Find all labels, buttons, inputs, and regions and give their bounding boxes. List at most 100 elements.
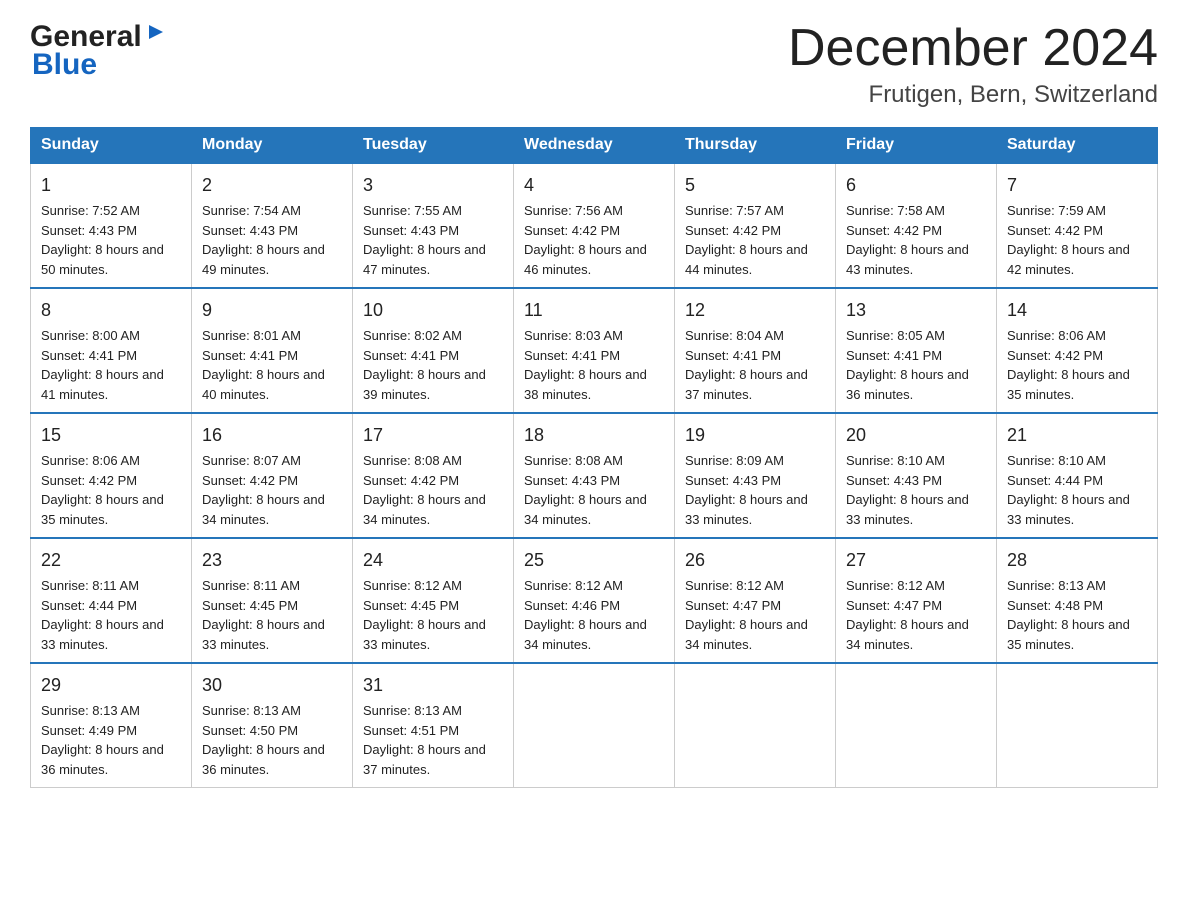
calendar-week-row: 8 Sunrise: 8:00 AMSunset: 4:41 PMDayligh…: [31, 288, 1158, 413]
table-row: 11 Sunrise: 8:03 AMSunset: 4:41 PMDaylig…: [514, 288, 675, 413]
logo: General Blue: [30, 20, 167, 82]
day-info: Sunrise: 8:12 AMSunset: 4:47 PMDaylight:…: [685, 578, 808, 652]
table-row: 12 Sunrise: 8:04 AMSunset: 4:41 PMDaylig…: [675, 288, 836, 413]
day-info: Sunrise: 8:12 AMSunset: 4:46 PMDaylight:…: [524, 578, 647, 652]
day-info: Sunrise: 8:08 AMSunset: 4:42 PMDaylight:…: [363, 453, 486, 527]
day-number: 19: [685, 422, 825, 449]
day-info: Sunrise: 8:11 AMSunset: 4:44 PMDaylight:…: [41, 578, 164, 652]
table-row: 2 Sunrise: 7:54 AMSunset: 4:43 PMDayligh…: [192, 163, 353, 288]
header-tuesday: Tuesday: [353, 128, 514, 164]
table-row: 26 Sunrise: 8:12 AMSunset: 4:47 PMDaylig…: [675, 538, 836, 663]
day-number: 4: [524, 172, 664, 199]
table-row: [675, 663, 836, 788]
calendar-table: Sunday Monday Tuesday Wednesday Thursday…: [30, 127, 1158, 788]
table-row: 23 Sunrise: 8:11 AMSunset: 4:45 PMDaylig…: [192, 538, 353, 663]
day-number: 3: [363, 172, 503, 199]
day-info: Sunrise: 8:10 AMSunset: 4:44 PMDaylight:…: [1007, 453, 1130, 527]
day-number: 11: [524, 297, 664, 324]
day-info: Sunrise: 8:12 AMSunset: 4:45 PMDaylight:…: [363, 578, 486, 652]
logo-arrow-icon: [145, 21, 167, 48]
day-info: Sunrise: 7:59 AMSunset: 4:42 PMDaylight:…: [1007, 203, 1130, 277]
day-info: Sunrise: 8:03 AMSunset: 4:41 PMDaylight:…: [524, 328, 647, 402]
calendar-title-area: December 2024 Frutigen, Bern, Switzerlan…: [788, 20, 1158, 109]
table-row: 13 Sunrise: 8:05 AMSunset: 4:41 PMDaylig…: [836, 288, 997, 413]
day-info: Sunrise: 8:00 AMSunset: 4:41 PMDaylight:…: [41, 328, 164, 402]
day-info: Sunrise: 8:06 AMSunset: 4:42 PMDaylight:…: [1007, 328, 1130, 402]
day-number: 23: [202, 547, 342, 574]
day-info: Sunrise: 8:04 AMSunset: 4:41 PMDaylight:…: [685, 328, 808, 402]
day-info: Sunrise: 7:54 AMSunset: 4:43 PMDaylight:…: [202, 203, 325, 277]
table-row: 31 Sunrise: 8:13 AMSunset: 4:51 PMDaylig…: [353, 663, 514, 788]
day-info: Sunrise: 8:08 AMSunset: 4:43 PMDaylight:…: [524, 453, 647, 527]
table-row: 14 Sunrise: 8:06 AMSunset: 4:42 PMDaylig…: [997, 288, 1158, 413]
day-number: 22: [41, 547, 181, 574]
day-number: 5: [685, 172, 825, 199]
day-number: 27: [846, 547, 986, 574]
table-row: [514, 663, 675, 788]
day-number: 13: [846, 297, 986, 324]
day-number: 2: [202, 172, 342, 199]
day-number: 17: [363, 422, 503, 449]
day-number: 1: [41, 172, 181, 199]
month-title: December 2024: [788, 20, 1158, 77]
calendar-week-row: 22 Sunrise: 8:11 AMSunset: 4:44 PMDaylig…: [31, 538, 1158, 663]
header-friday: Friday: [836, 128, 997, 164]
day-info: Sunrise: 8:10 AMSunset: 4:43 PMDaylight:…: [846, 453, 969, 527]
day-number: 16: [202, 422, 342, 449]
table-row: 4 Sunrise: 7:56 AMSunset: 4:42 PMDayligh…: [514, 163, 675, 288]
day-number: 9: [202, 297, 342, 324]
calendar-week-row: 29 Sunrise: 8:13 AMSunset: 4:49 PMDaylig…: [31, 663, 1158, 788]
table-row: [997, 663, 1158, 788]
day-info: Sunrise: 8:13 AMSunset: 4:48 PMDaylight:…: [1007, 578, 1130, 652]
day-info: Sunrise: 8:13 AMSunset: 4:49 PMDaylight:…: [41, 703, 164, 777]
day-number: 30: [202, 672, 342, 699]
day-number: 31: [363, 672, 503, 699]
table-row: 16 Sunrise: 8:07 AMSunset: 4:42 PMDaylig…: [192, 413, 353, 538]
page-header: General Blue December 2024 Frutigen, Ber…: [30, 20, 1158, 109]
header-monday: Monday: [192, 128, 353, 164]
day-info: Sunrise: 8:06 AMSunset: 4:42 PMDaylight:…: [41, 453, 164, 527]
table-row: 17 Sunrise: 8:08 AMSunset: 4:42 PMDaylig…: [353, 413, 514, 538]
day-number: 15: [41, 422, 181, 449]
day-info: Sunrise: 8:13 AMSunset: 4:51 PMDaylight:…: [363, 703, 486, 777]
day-number: 29: [41, 672, 181, 699]
day-number: 14: [1007, 297, 1147, 324]
table-row: 29 Sunrise: 8:13 AMSunset: 4:49 PMDaylig…: [31, 663, 192, 788]
day-info: Sunrise: 8:09 AMSunset: 4:43 PMDaylight:…: [685, 453, 808, 527]
day-number: 24: [363, 547, 503, 574]
day-info: Sunrise: 8:05 AMSunset: 4:41 PMDaylight:…: [846, 328, 969, 402]
day-info: Sunrise: 8:07 AMSunset: 4:42 PMDaylight:…: [202, 453, 325, 527]
header-thursday: Thursday: [675, 128, 836, 164]
header-sunday: Sunday: [31, 128, 192, 164]
table-row: 7 Sunrise: 7:59 AMSunset: 4:42 PMDayligh…: [997, 163, 1158, 288]
day-info: Sunrise: 8:13 AMSunset: 4:50 PMDaylight:…: [202, 703, 325, 777]
calendar-week-row: 15 Sunrise: 8:06 AMSunset: 4:42 PMDaylig…: [31, 413, 1158, 538]
day-number: 18: [524, 422, 664, 449]
location-title: Frutigen, Bern, Switzerland: [788, 81, 1158, 109]
day-info: Sunrise: 7:55 AMSunset: 4:43 PMDaylight:…: [363, 203, 486, 277]
logo-blue-text: Blue: [32, 48, 167, 82]
table-row: 9 Sunrise: 8:01 AMSunset: 4:41 PMDayligh…: [192, 288, 353, 413]
table-row: 6 Sunrise: 7:58 AMSunset: 4:42 PMDayligh…: [836, 163, 997, 288]
calendar-week-row: 1 Sunrise: 7:52 AMSunset: 4:43 PMDayligh…: [31, 163, 1158, 288]
day-info: Sunrise: 8:01 AMSunset: 4:41 PMDaylight:…: [202, 328, 325, 402]
day-number: 12: [685, 297, 825, 324]
table-row: 24 Sunrise: 8:12 AMSunset: 4:45 PMDaylig…: [353, 538, 514, 663]
table-row: 15 Sunrise: 8:06 AMSunset: 4:42 PMDaylig…: [31, 413, 192, 538]
table-row: 27 Sunrise: 8:12 AMSunset: 4:47 PMDaylig…: [836, 538, 997, 663]
header-wednesday: Wednesday: [514, 128, 675, 164]
day-number: 7: [1007, 172, 1147, 199]
day-info: Sunrise: 7:58 AMSunset: 4:42 PMDaylight:…: [846, 203, 969, 277]
day-number: 8: [41, 297, 181, 324]
table-row: 25 Sunrise: 8:12 AMSunset: 4:46 PMDaylig…: [514, 538, 675, 663]
day-number: 25: [524, 547, 664, 574]
table-row: 22 Sunrise: 8:11 AMSunset: 4:44 PMDaylig…: [31, 538, 192, 663]
day-info: Sunrise: 8:11 AMSunset: 4:45 PMDaylight:…: [202, 578, 325, 652]
table-row: 3 Sunrise: 7:55 AMSunset: 4:43 PMDayligh…: [353, 163, 514, 288]
table-row: 1 Sunrise: 7:52 AMSunset: 4:43 PMDayligh…: [31, 163, 192, 288]
day-number: 10: [363, 297, 503, 324]
table-row: 10 Sunrise: 8:02 AMSunset: 4:41 PMDaylig…: [353, 288, 514, 413]
day-info: Sunrise: 7:57 AMSunset: 4:42 PMDaylight:…: [685, 203, 808, 277]
day-info: Sunrise: 8:02 AMSunset: 4:41 PMDaylight:…: [363, 328, 486, 402]
table-row: 20 Sunrise: 8:10 AMSunset: 4:43 PMDaylig…: [836, 413, 997, 538]
